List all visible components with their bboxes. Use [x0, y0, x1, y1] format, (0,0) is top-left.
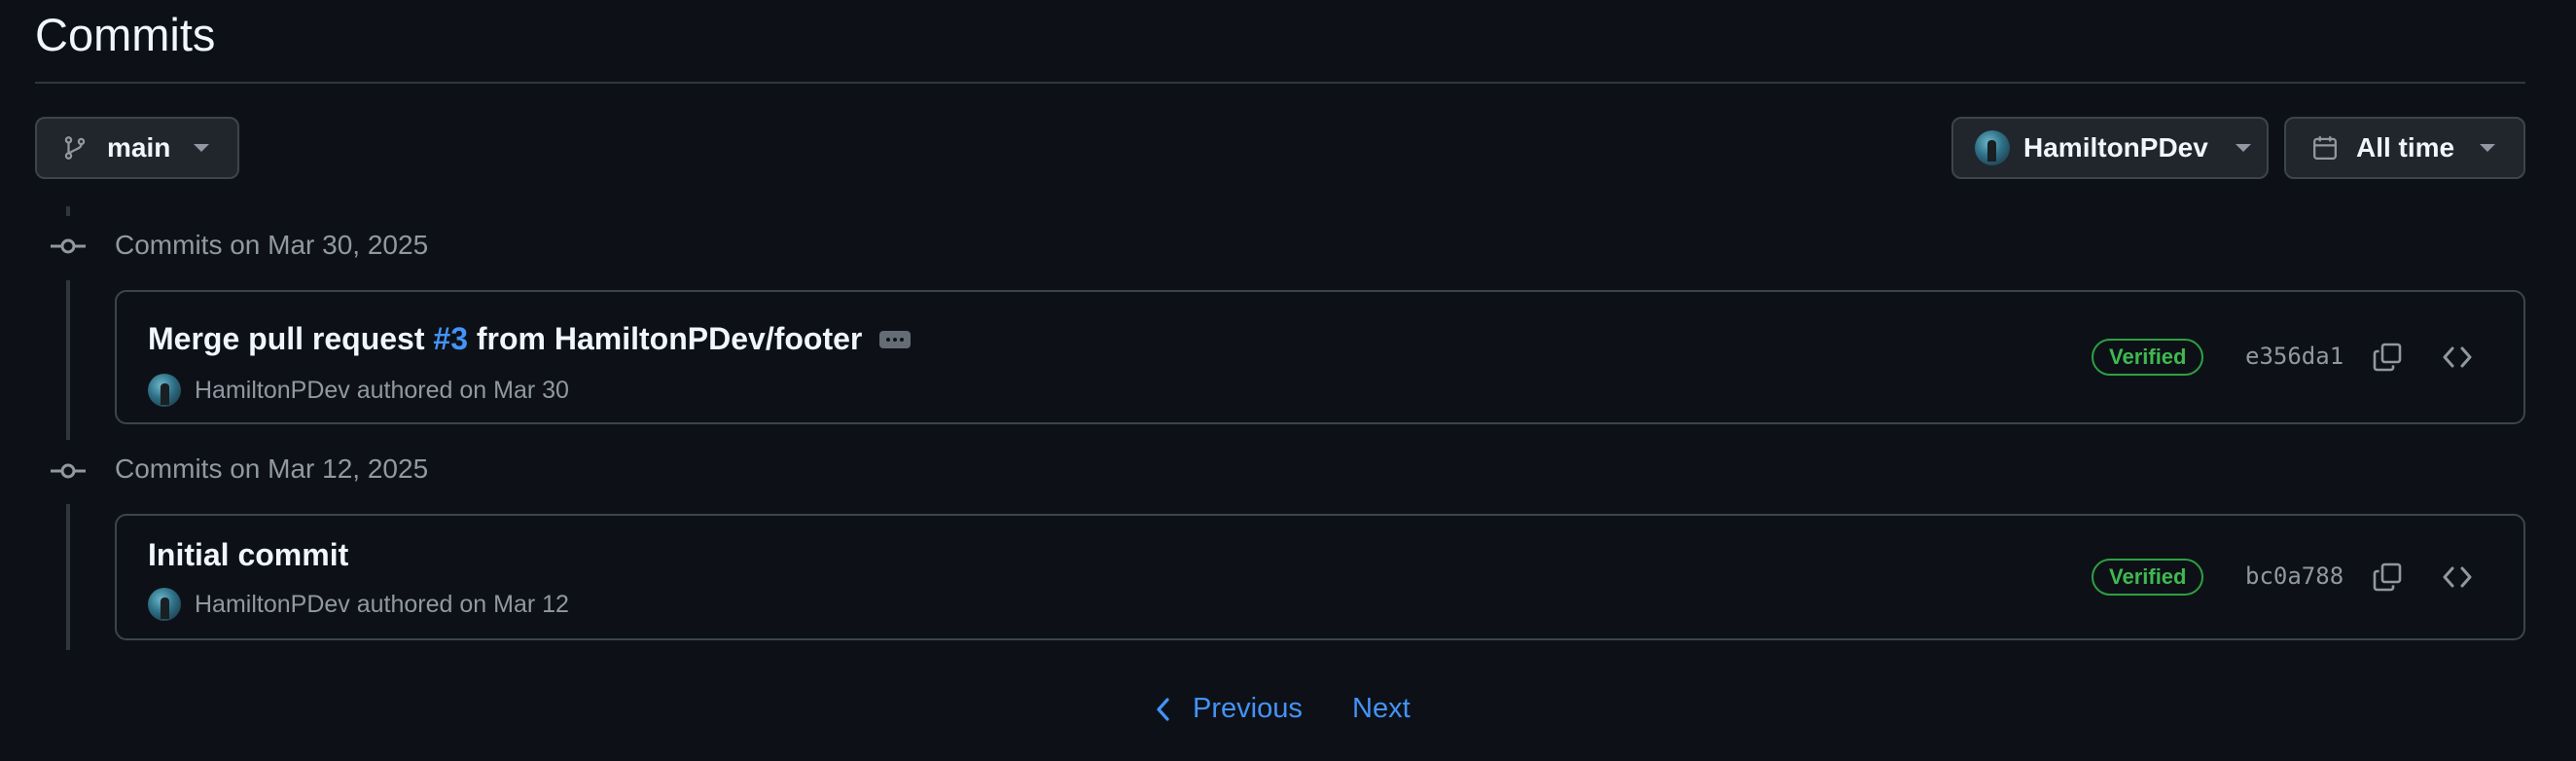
caret-down-icon — [194, 144, 210, 152]
git-branch-icon — [62, 133, 88, 163]
commit-meta: HamiltonPDev authored on Mar 12 — [148, 588, 569, 621]
page-title: Commits — [35, 9, 216, 60]
timeline-line — [66, 280, 70, 440]
next-page-button[interactable]: Next — [1352, 693, 1411, 725]
commit-meta: HamiltonPDev authored on Mar 30 — [148, 374, 569, 407]
calendar-icon — [2311, 133, 2339, 163]
pr-link[interactable]: #3 — [433, 321, 468, 356]
time-filter-label: All time — [2356, 132, 2455, 163]
commit-group-label: Commits on Mar 30, 2025 — [115, 230, 429, 260]
commit-message-text[interactable]: from HamiltonPDev/footer — [468, 321, 862, 356]
avatar[interactable] — [148, 374, 181, 407]
previous-label: Previous — [1193, 693, 1303, 724]
header-divider — [35, 82, 2525, 84]
caret-down-icon — [2480, 144, 2496, 152]
commit-author[interactable]: HamiltonPDev — [195, 377, 350, 405]
authored-text: authored on Mar 12 — [356, 590, 569, 618]
timeline-line — [66, 206, 70, 216]
previous-page-button[interactable]: Previous — [1156, 693, 1303, 725]
commit-group-label: Commits on Mar 12, 2025 — [115, 453, 429, 484]
commit-message-text[interactable]: Merge pull request — [148, 321, 433, 356]
chevron-left-icon — [1156, 697, 1171, 721]
commit-card: Merge pull request #3 from HamiltonPDev/… — [115, 290, 2525, 424]
avatar — [1975, 130, 2010, 165]
next-label: Next — [1352, 693, 1411, 724]
git-commit-icon — [51, 461, 86, 481]
git-commit-icon — [51, 236, 86, 256]
author-filter-label: HamiltonPDev — [2023, 132, 2208, 163]
code-icon[interactable] — [2438, 558, 2477, 597]
code-icon[interactable] — [2438, 338, 2477, 377]
commit-message[interactable]: Merge pull request #3 from HamiltonPDev/… — [148, 321, 912, 357]
commit-author[interactable]: HamiltonPDev — [195, 591, 350, 619]
commit-sha[interactable]: bc0a788 — [2245, 562, 2343, 590]
branch-selector-button[interactable]: main — [35, 117, 239, 179]
time-filter-button[interactable]: All time — [2284, 117, 2525, 179]
avatar[interactable] — [148, 588, 181, 621]
verified-badge[interactable]: Verified — [2092, 559, 2204, 596]
authored-text: authored on Mar 30 — [356, 376, 569, 404]
timeline-line — [66, 504, 70, 650]
copy-icon[interactable] — [2368, 558, 2407, 597]
author-filter-button[interactable]: HamiltonPDev — [1951, 117, 2269, 179]
copy-icon[interactable] — [2368, 338, 2407, 377]
ellipsis-icon[interactable] — [879, 331, 912, 348]
commit-message[interactable]: Initial commit — [148, 537, 348, 573]
commit-card: Initial commit HamiltonPDev authored on … — [115, 514, 2525, 640]
commit-sha[interactable]: e356da1 — [2245, 343, 2343, 370]
branch-label: main — [107, 132, 171, 163]
verified-badge[interactable]: Verified — [2092, 339, 2204, 376]
caret-down-icon — [2235, 144, 2251, 152]
